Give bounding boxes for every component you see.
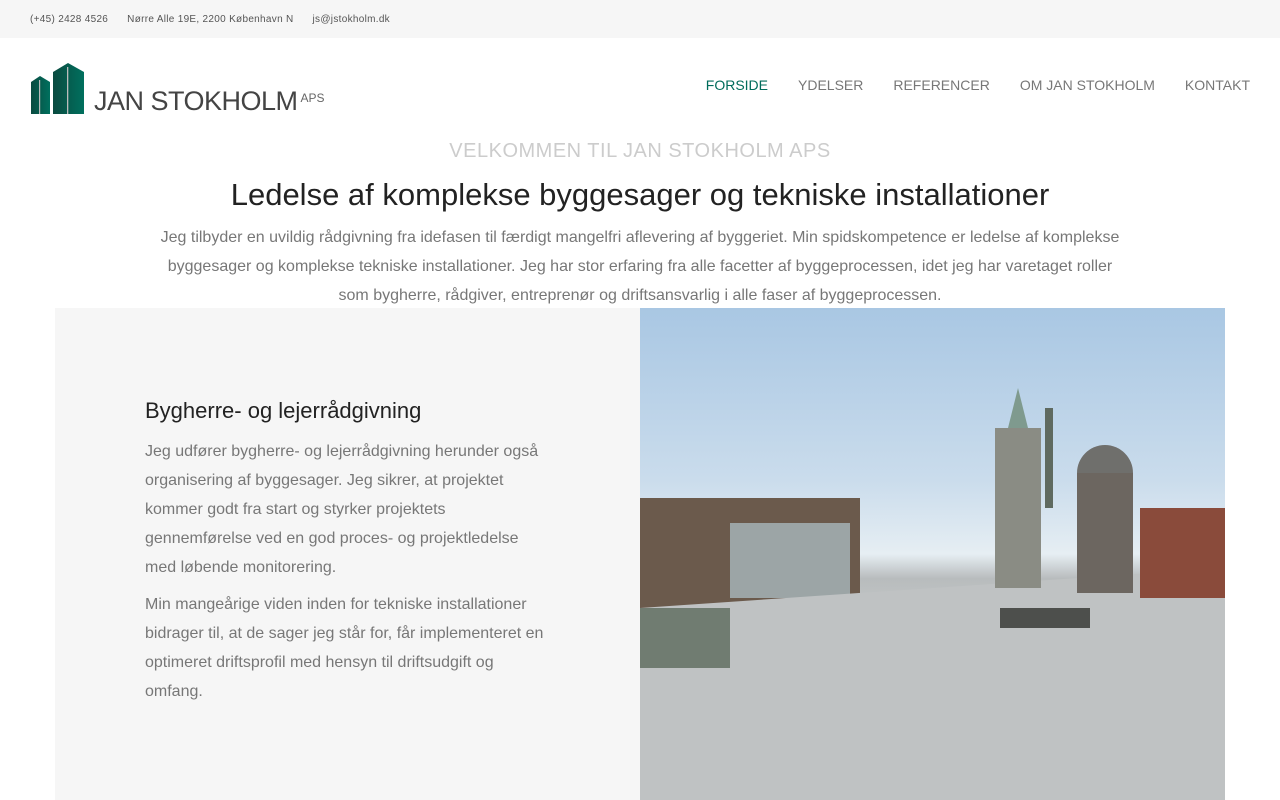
address: Nørre Alle 19E, 2200 København N: [127, 13, 294, 25]
main-nav: FORSIDE YDELSER REFERENCER OM JAN STOKHO…: [706, 77, 1250, 93]
logo[interactable]: JAN STOKHOLM APS: [30, 62, 325, 116]
phone-number[interactable]: (+45) 2428 4526: [30, 14, 108, 25]
intro-section: VELKOMMEN TIL JAN STOKHOLM APS Ledelse a…: [0, 140, 1280, 310]
logo-text: JAN STOKHOLM: [94, 86, 298, 116]
rooftop-illustration: [640, 388, 1225, 800]
service-paragraph-2: Min mangeårige viden inden for tekniske …: [145, 596, 544, 700]
nav-forside[interactable]: FORSIDE: [706, 77, 768, 93]
logo-suffix: APS: [300, 91, 325, 105]
service-section: Bygherre- og lejerrådgivning Jeg udfører…: [55, 308, 1225, 800]
page-title: Ledelse af komplekse byggesager og tekni…: [230, 177, 1050, 212]
building-logo-icon: [31, 63, 84, 114]
nav-kontakt[interactable]: KONTAKT: [1185, 77, 1250, 93]
nav-ydelser[interactable]: YDELSER: [798, 77, 863, 93]
rooftop-terrace-image: [640, 308, 1225, 800]
nav-referencer[interactable]: REFERENCER: [893, 77, 989, 93]
intro-text: Jeg tilbyder en uvildig rådgivning fra i…: [160, 229, 1120, 304]
welcome-kicker: VELKOMMEN TIL JAN STOKHOLM APS: [449, 140, 831, 162]
nav-om-jan-stokholm[interactable]: OM JAN STOKHOLM: [1020, 77, 1155, 93]
top-contact-bar: (+45) 2428 4526 Nørre Alle 19E, 2200 Køb…: [0, 0, 1280, 38]
service-heading: Bygherre- og lejerrådgivning: [145, 398, 422, 423]
site-header: JAN STOKHOLM APS FORSIDE YDELSER REFEREN…: [0, 38, 1280, 136]
service-text-panel: Bygherre- og lejerrådgivning Jeg udfører…: [55, 308, 640, 800]
service-paragraph-1: Jeg udfører bygherre- og lejerrådgivning…: [145, 443, 539, 576]
email-link[interactable]: js@jstokholm.dk: [313, 14, 390, 25]
